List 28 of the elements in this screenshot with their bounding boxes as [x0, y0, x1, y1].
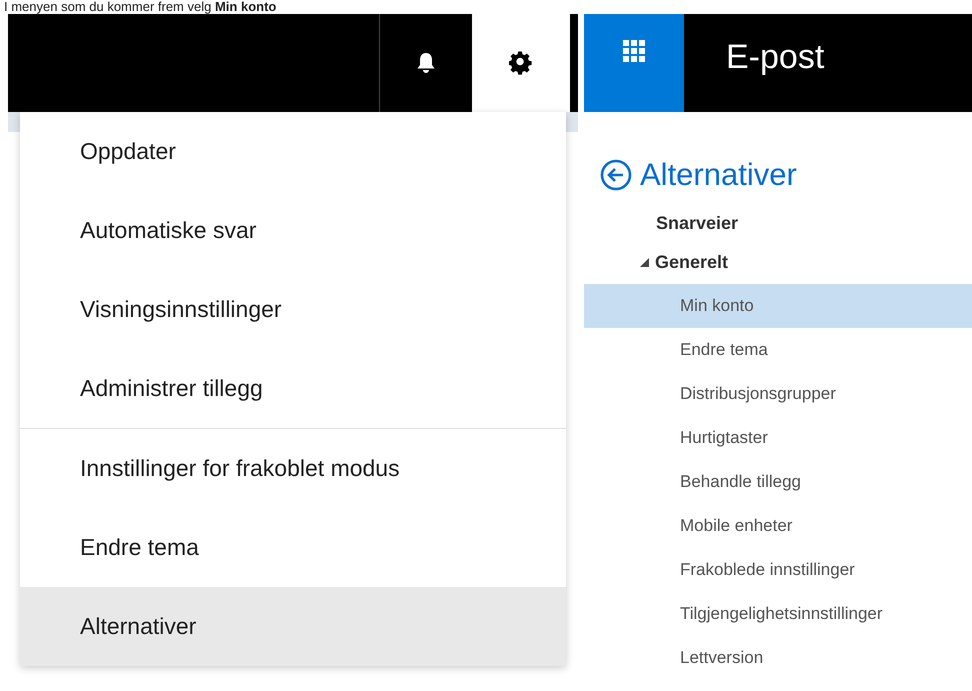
app-title: E-post [725, 37, 824, 78]
nav-item[interactable]: Min konto [584, 284, 972, 328]
menu-item[interactable]: Alternativer [20, 587, 566, 666]
menu-item[interactable]: Endre tema [20, 508, 566, 587]
settings-button[interactable] [472, 14, 570, 112]
app-launcher-button[interactable] [584, 14, 684, 112]
expand-triangle-icon[interactable] [640, 258, 649, 266]
nav-item[interactable]: Mobile enheter [584, 504, 972, 548]
options-title: Alternativer [640, 157, 797, 193]
bell-icon [416, 52, 436, 74]
nav-item[interactable]: Behandle tillegg [584, 460, 972, 504]
caption-text: I menyen som du kommer frem velg Min konto [3, 0, 278, 14]
nav-item[interactable]: Lettversion [584, 636, 972, 680]
nav-item[interactable]: Endre tema [584, 328, 972, 372]
menu-item[interactable]: Innstillinger for frakoblet modus [20, 429, 566, 508]
menu-item[interactable]: Administrer tillegg [20, 349, 566, 428]
nav-item[interactable]: Tilgjengelighetsinnstillinger [584, 592, 972, 636]
nav-item[interactable]: Hurtigtaster [584, 416, 972, 460]
menu-item[interactable]: Automatiske svar [20, 191, 566, 270]
nav-item[interactable]: Frakoblede innstillinger [584, 548, 972, 592]
nav-section[interactable]: Snarveier [584, 198, 972, 240]
menu-item[interactable]: Oppdater [20, 112, 566, 191]
back-icon[interactable] [600, 159, 632, 191]
nav-item[interactable]: Distribusjonsgrupper [584, 372, 972, 416]
grid-icon [623, 40, 645, 62]
nav-group[interactable]: Generelt [655, 252, 728, 272]
settings-icon [509, 51, 533, 75]
menu-item[interactable]: Visningsinnstillinger [20, 270, 566, 349]
